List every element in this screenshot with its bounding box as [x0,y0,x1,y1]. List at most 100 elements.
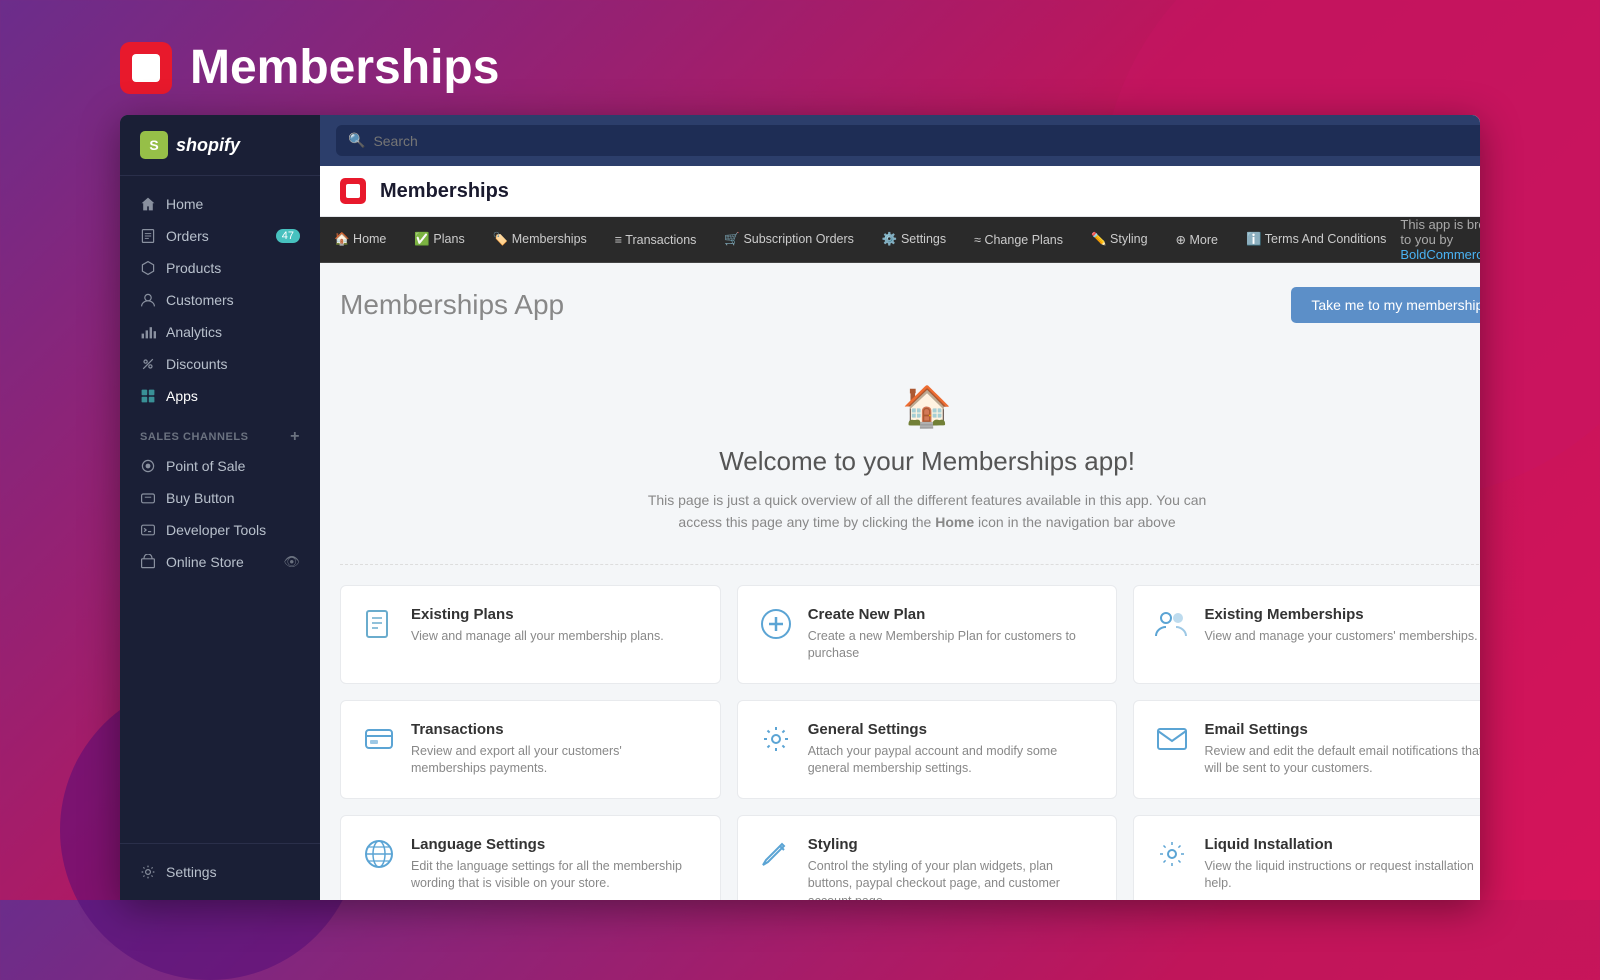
app-header: Memberships [120,40,1480,95]
card-existing-plans[interactable]: Existing Plans View and manage all your … [340,585,721,684]
memberships-app-title: Memberships App [340,289,564,321]
card-transactions[interactable]: Transactions Review and export all your … [340,700,721,799]
nav-label-home: Home [166,196,203,212]
sidebar-item-home[interactable]: Home [120,188,320,220]
card-existing-memberships[interactable]: Existing Memberships View and manage you… [1133,585,1480,684]
email-settings-icon [1154,721,1190,757]
nav-label-developer-tools: Developer Tools [166,522,266,538]
styling-icon [758,836,794,872]
card-styling[interactable]: Styling Control the styling of your plan… [737,815,1118,900]
sidebar-logo: S shopify [120,115,320,176]
take-me-button[interactable]: Take me to my memberships! [1291,287,1480,323]
existing-plans-content: Existing Plans View and manage all your … [411,606,664,646]
existing-plans-title: Existing Plans [411,606,664,623]
welcome-title: Welcome to your Memberships app! [360,446,1480,477]
nav-label-customers: Customers [166,292,234,308]
welcome-desc: This page is just a quick overview of al… [627,489,1227,534]
language-settings-title: Language Settings [411,836,700,853]
card-liquid-installation[interactable]: Liquid Installation View the liquid inst… [1133,815,1480,900]
styling-content: Styling Control the styling of your plan… [808,836,1097,900]
app-logo [120,42,172,94]
sales-channels-label: SALES CHANNELS [140,431,249,443]
dark-nav-terms[interactable]: ℹ️ Terms And Conditions [1232,222,1400,257]
sidebar-item-settings[interactable]: Settings [120,856,320,888]
welcome-house-icon: 🏠 [360,383,1480,430]
search-box[interactable]: 🔍 [336,125,1480,156]
dark-nav-change-plans[interactable]: ≈ Change Plans [960,223,1077,257]
online-store-icon [140,554,156,570]
browser-window: S shopify Home Orders 47 Products [120,115,1480,900]
liquid-installation-content: Liquid Installation View the liquid inst… [1204,836,1480,893]
nav-label-products: Products [166,260,221,276]
styling-title: Styling [808,836,1097,853]
general-settings-title: General Settings [808,721,1097,738]
sidebar-item-customers[interactable]: Customers [120,284,320,316]
liquid-installation-title: Liquid Installation [1204,836,1480,853]
dark-nav-memberships[interactable]: 🏷️ Memberships [479,222,601,257]
dark-nav-transactions[interactable]: ≡ Transactions [601,223,711,257]
create-plan-icon [758,606,794,642]
search-input[interactable] [373,133,1480,149]
dev-tools-icon [140,522,156,538]
language-settings-content: Language Settings Edit the language sett… [411,836,700,893]
general-settings-icon [758,721,794,757]
existing-memberships-desc: View and manage your customers' membersh… [1204,628,1477,646]
email-settings-content: Email Settings Review and edit the defau… [1204,721,1480,778]
general-settings-desc: Attach your paypal account and modify so… [808,743,1097,778]
nav-label-discounts: Discounts [166,356,227,372]
products-icon [140,260,156,276]
sidebar-item-analytics[interactable]: Analytics [120,316,320,348]
buy-button-icon [140,490,156,506]
bold-commerce-link[interactable]: BoldCommerce.com [1400,247,1480,262]
existing-plans-desc: View and manage all your membership plan… [411,628,664,646]
home-icon [140,196,156,212]
language-settings-desc: Edit the language settings for all the m… [411,858,700,893]
sidebar-item-orders[interactable]: Orders 47 [120,220,320,252]
nav-label-apps: Apps [166,388,198,404]
settings-icon [140,864,156,880]
card-email-settings[interactable]: Email Settings Review and edit the defau… [1133,700,1480,799]
create-plan-desc: Create a new Membership Plan for custome… [808,628,1097,663]
apps-icon [140,388,156,404]
dark-nav-subscription-orders[interactable]: 🛒 Subscription Orders [710,222,868,257]
sidebar-item-pos[interactable]: Point of Sale [120,450,320,482]
card-create-new-plan[interactable]: Create New Plan Create a new Membership … [737,585,1118,684]
search-icon: 🔍 [348,132,365,149]
create-plan-content: Create New Plan Create a new Membership … [808,606,1097,663]
dark-nav-styling[interactable]: ✏️ Styling [1077,222,1162,257]
sidebar-item-developer-tools[interactable]: Developer Tools [120,514,320,546]
dark-nav-plans[interactable]: ✅ Plans [400,222,478,257]
discounts-icon [140,356,156,372]
memberships-app-header-row: Memberships App Take me to my membership… [340,287,1480,323]
sidebar: S shopify Home Orders 47 Products [120,115,320,900]
sidebar-item-apps[interactable]: Apps [120,380,320,412]
nav-label-analytics: Analytics [166,324,222,340]
dark-nav-settings[interactable]: ⚙️ Settings [868,222,960,257]
nav-label-pos: Point of Sale [166,458,245,474]
card-general-settings[interactable]: General Settings Attach your paypal acco… [737,700,1118,799]
brought-by: This app is brought to you by BoldCommer… [1400,217,1480,262]
dark-nav-more[interactable]: ⊕ More [1162,222,1232,257]
top-bar: 🔍 [320,115,1480,166]
memberships-section: Memberships App Take me to my membership… [320,263,1480,900]
pos-icon [140,458,156,474]
customers-icon [140,292,156,308]
content-area: Memberships App Take me to my membership… [320,263,1480,900]
dark-nav-home[interactable]: 🏠 Home [320,222,400,257]
transactions-icon [361,721,397,757]
cards-grid: Existing Plans View and manage all your … [340,585,1480,900]
transactions-content: Transactions Review and export all your … [411,721,700,778]
sidebar-item-discounts[interactable]: Discounts [120,348,320,380]
nav-label-online-store: Online Store [166,554,244,570]
card-language-settings[interactable]: Language Settings Edit the language sett… [340,815,721,900]
styling-desc: Control the styling of your plan widgets… [808,858,1097,900]
sidebar-item-online-store[interactable]: Online Store 👁 [120,546,320,578]
sidebar-item-buy-button[interactable]: Buy Button [120,482,320,514]
add-sales-channel-icon[interactable]: + [290,428,300,446]
existing-memberships-title: Existing Memberships [1204,606,1477,623]
existing-plans-icon [361,606,397,642]
sidebar-item-products[interactable]: Products [120,252,320,284]
dark-nav: 🏠 Home ✅ Plans 🏷️ Memberships ≡ Transact… [320,217,1480,263]
liquid-installation-desc: View the liquid instructions or request … [1204,858,1480,893]
analytics-icon [140,324,156,340]
